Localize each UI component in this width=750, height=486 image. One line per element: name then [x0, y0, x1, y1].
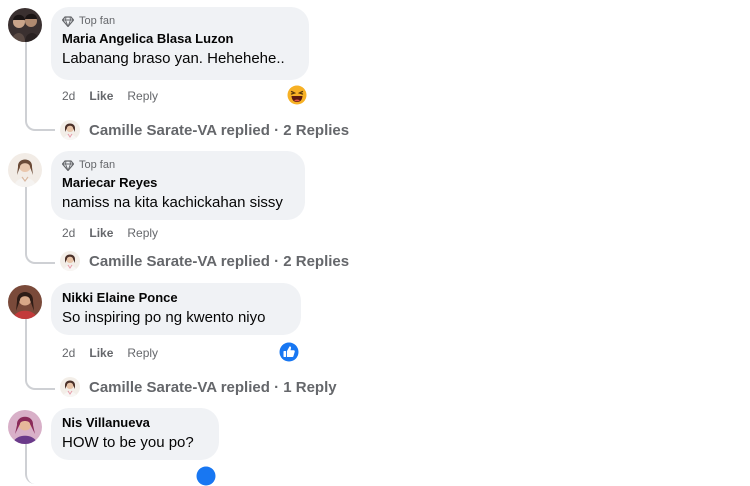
diamond-icon: [62, 159, 74, 171]
thread-connector: [25, 319, 55, 390]
view-replies-link[interactable]: Camille Sarate-VA replied · 2 Replies: [60, 250, 349, 272]
reply-button[interactable]: Reply: [127, 89, 158, 103]
replier-avatar: [60, 251, 80, 271]
like-thumb-icon[interactable]: [196, 466, 216, 486]
laughing-emoji-icon[interactable]: [287, 85, 307, 105]
comment-actions: 2d Like Reply: [62, 88, 172, 104]
comment-actions: 2d Like Reply: [62, 225, 172, 241]
replies-summary: Camille Sarate-VA replied · 1 Reply: [89, 378, 337, 396]
avatar[interactable]: [8, 285, 42, 319]
comment-timestamp[interactable]: 2d: [62, 89, 75, 103]
thread-connector: [25, 42, 55, 131]
replies-summary: Camille Sarate-VA replied · 2 Replies: [89, 252, 350, 270]
comment-author[interactable]: Nis Villanueva: [62, 415, 207, 431]
comment-text: HOW to be you po?: [62, 434, 194, 451]
avatar[interactable]: [8, 153, 42, 187]
comment-author[interactable]: Maria Angelica Blasa Luzon: [62, 31, 297, 47]
thread-connector: [25, 187, 55, 264]
view-replies-link[interactable]: Camille Sarate-VA replied · 2 Replies: [60, 119, 349, 141]
like-thumb-icon[interactable]: [279, 342, 299, 362]
comment-bubble: Top fan Mariecar Reyes namiss na kita ka…: [51, 151, 305, 220]
badge-label: Top fan: [79, 159, 116, 171]
comment-text: So inspiring po ng kwento niyo: [62, 309, 266, 326]
comment-bubble: Nikki Elaine Ponce So inspiring po ng kw…: [51, 283, 301, 335]
reply-button[interactable]: Reply: [127, 346, 158, 360]
avatar[interactable]: [8, 410, 42, 444]
avatar[interactable]: [8, 8, 42, 42]
reply-button[interactable]: Reply: [127, 226, 158, 240]
like-button[interactable]: Like: [89, 226, 113, 240]
comment-text: Labanang braso yan. Hehehehe..: [62, 50, 285, 67]
top-fan-badge: Top fan: [62, 14, 297, 28]
like-button[interactable]: Like: [89, 346, 113, 360]
replier-avatar: [60, 120, 80, 140]
thread-connector: [25, 444, 55, 484]
comment-author[interactable]: Mariecar Reyes: [62, 175, 293, 191]
replier-avatar: [60, 377, 80, 397]
comment-timestamp[interactable]: 2d: [62, 346, 75, 360]
comment-bubble: Top fan Maria Angelica Blasa Luzon Laban…: [51, 7, 309, 80]
comment-actions: 2d Like Reply: [62, 345, 172, 361]
comment-text: namiss na kita kachickahan sissy: [62, 194, 283, 211]
replies-summary: Camille Sarate-VA replied · 2 Replies: [89, 121, 350, 139]
badge-label: Top fan: [79, 15, 116, 27]
like-button[interactable]: Like: [89, 89, 113, 103]
view-replies-link[interactable]: Camille Sarate-VA replied · 1 Reply: [60, 376, 337, 398]
diamond-icon: [62, 15, 74, 27]
comment-author[interactable]: Nikki Elaine Ponce: [62, 290, 289, 306]
comment-bubble: Nis Villanueva HOW to be you po?: [51, 408, 219, 460]
comment-timestamp[interactable]: 2d: [62, 226, 75, 240]
top-fan-badge: Top fan: [62, 158, 293, 172]
